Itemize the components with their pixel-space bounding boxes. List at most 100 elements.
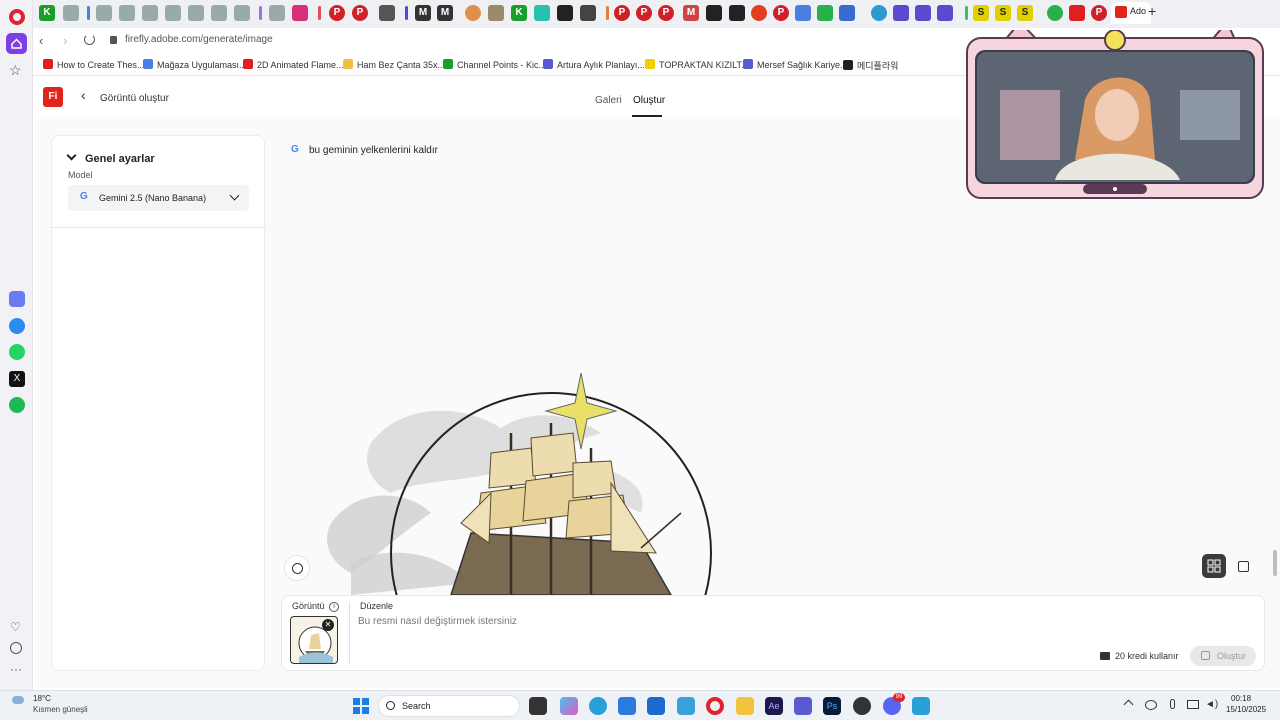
single-view-toggle[interactable] <box>1232 554 1256 578</box>
bookmark-item[interactable]: Channel Points - Kic... <box>443 59 546 70</box>
tab-instagram-icon[interactable] <box>292 5 308 21</box>
tab-pinterest-icon[interactable]: P <box>636 5 652 21</box>
teams-icon[interactable] <box>794 697 812 715</box>
more-icon[interactable]: ··· <box>10 662 22 676</box>
tab-pinterest-icon[interactable]: P <box>1091 5 1107 21</box>
bookmark-item[interactable]: Mersef Sağlık Kariye... <box>743 59 848 70</box>
tab-icon[interactable] <box>269 5 285 21</box>
tab-icon[interactable] <box>234 5 250 21</box>
outlook-icon[interactable] <box>647 697 665 715</box>
tab-icon[interactable] <box>915 5 931 21</box>
heart-icon[interactable]: ♡ <box>10 620 21 634</box>
back-icon[interactable]: ‹ <box>39 33 43 48</box>
tab-icon[interactable] <box>188 5 204 21</box>
history-button[interactable] <box>284 555 310 581</box>
edge-icon[interactable] <box>589 697 607 715</box>
active-tab[interactable]: Ado <box>1111 2 1151 24</box>
back-to-generate-link[interactable]: Görüntü oluştur <box>100 93 169 104</box>
bookmark-item[interactable]: How to Create Thes... <box>43 59 144 70</box>
tab-pinterest-icon[interactable]: P <box>614 5 630 21</box>
tab-icon[interactable] <box>465 5 481 21</box>
tab-pinterest-icon[interactable]: P <box>352 5 368 21</box>
info-icon[interactable]: i <box>329 602 339 612</box>
tab-icon[interactable] <box>557 5 573 21</box>
tab-icon[interactable] <box>142 5 158 21</box>
tab-icon[interactable] <box>937 5 953 21</box>
bookmark-item[interactable]: TOPRAKTAN KIZILT... <box>645 59 749 70</box>
opera-taskbar-icon[interactable] <box>706 697 724 715</box>
store-icon[interactable] <box>618 697 636 715</box>
app-icon[interactable] <box>853 697 871 715</box>
remove-image-button[interactable]: ✕ <box>322 619 334 631</box>
tab-icon[interactable] <box>1047 5 1063 21</box>
tab-icon[interactable] <box>580 5 596 21</box>
volume-icon[interactable]: ◄) <box>1205 699 1218 710</box>
bookmark-item[interactable]: 2D Animated Flame... <box>243 59 344 70</box>
tab-icon[interactable]: S <box>995 5 1011 21</box>
tab-icon[interactable]: M <box>437 5 453 21</box>
tab-icon[interactable] <box>379 5 395 21</box>
bookmark-item[interactable]: 메디플라워 <box>843 59 898 72</box>
copilot-icon[interactable] <box>560 697 578 715</box>
nav-tab-gallery[interactable]: Galeri <box>595 95 622 106</box>
firefly-logo[interactable]: Fi <box>43 87 63 107</box>
star-icon[interactable]: ☆ <box>9 62 22 79</box>
nav-tab-generate[interactable]: Oluştur <box>633 95 665 106</box>
forward-icon[interactable]: › <box>63 33 67 48</box>
general-settings-title[interactable]: Genel ayarlar <box>85 153 155 165</box>
remote-desktop-icon[interactable] <box>677 697 695 715</box>
tab-icon[interactable] <box>96 5 112 21</box>
taskbar-search[interactable]: Search <box>378 695 520 717</box>
reload-icon[interactable] <box>84 34 95 45</box>
tab-icon[interactable] <box>751 5 767 21</box>
messenger-icon[interactable] <box>9 318 25 334</box>
new-tab-button[interactable]: + <box>1148 3 1156 19</box>
history-icon[interactable] <box>10 642 22 654</box>
tab-icon[interactable] <box>795 5 811 21</box>
scrollbar-thumb[interactable] <box>1273 550 1277 576</box>
tab-youtube-icon[interactable] <box>1069 5 1085 21</box>
tab-kick-icon[interactable]: K <box>511 5 527 21</box>
model-select[interactable]: G Gemini 2.5 (Nano Banana) <box>68 185 249 211</box>
spotify-icon[interactable] <box>9 397 25 413</box>
tab-icon[interactable] <box>534 5 550 21</box>
display-icon[interactable] <box>1187 700 1199 709</box>
tab-kick-icon[interactable]: K <box>39 5 55 21</box>
generated-ship-image[interactable] <box>311 373 731 595</box>
clock-time[interactable]: 00:18 <box>1231 694 1251 703</box>
collapse-chevron-icon[interactable] <box>66 150 77 161</box>
edit-prompt-input[interactable] <box>358 613 958 629</box>
task-view-icon[interactable] <box>529 697 547 715</box>
tab-icon[interactable] <box>871 5 887 21</box>
url-field[interactable]: firefly.adobe.com/generate/image <box>125 34 273 45</box>
x-twitter-icon[interactable]: X <box>9 371 25 387</box>
tab-icon[interactable] <box>119 5 135 21</box>
tab-icon[interactable] <box>165 5 181 21</box>
tab-icon[interactable] <box>893 5 909 21</box>
tab-pinterest-icon[interactable]: P <box>329 5 345 21</box>
windows-start-icon[interactable] <box>353 698 369 714</box>
bookmark-item[interactable]: Mağaza Uygulaması... <box>143 59 247 70</box>
tab-icon[interactable] <box>839 5 855 21</box>
whatsapp-icon[interactable] <box>9 344 25 360</box>
tab-icon[interactable]: S <box>1017 5 1033 21</box>
tab-icon[interactable] <box>817 5 833 21</box>
clock-date[interactable]: 15/10/2025 <box>1226 705 1266 714</box>
weather-temperature[interactable]: 18°C <box>33 694 51 703</box>
tab-icon[interactable] <box>706 5 722 21</box>
home-icon[interactable] <box>6 33 27 54</box>
tab-icon[interactable] <box>63 5 79 21</box>
grid-view-toggle[interactable] <box>1202 554 1226 578</box>
microphone-icon[interactable] <box>1170 699 1175 709</box>
back-chevron-icon[interactable]: ‹ <box>81 87 86 103</box>
generate-button[interactable]: Oluştur <box>1190 646 1256 666</box>
tab-icon[interactable] <box>211 5 227 21</box>
after-effects-icon[interactable]: Ae <box>765 697 783 715</box>
tab-pinterest-icon[interactable]: P <box>658 5 674 21</box>
scrollbar[interactable] <box>1272 118 1278 588</box>
tab-icon[interactable]: M <box>415 5 431 21</box>
photoshop-icon[interactable]: Ps <box>823 697 841 715</box>
opera-logo-icon[interactable] <box>9 9 25 25</box>
tab-gmail-icon[interactable]: M <box>683 5 699 21</box>
aria-icon[interactable] <box>9 291 25 307</box>
